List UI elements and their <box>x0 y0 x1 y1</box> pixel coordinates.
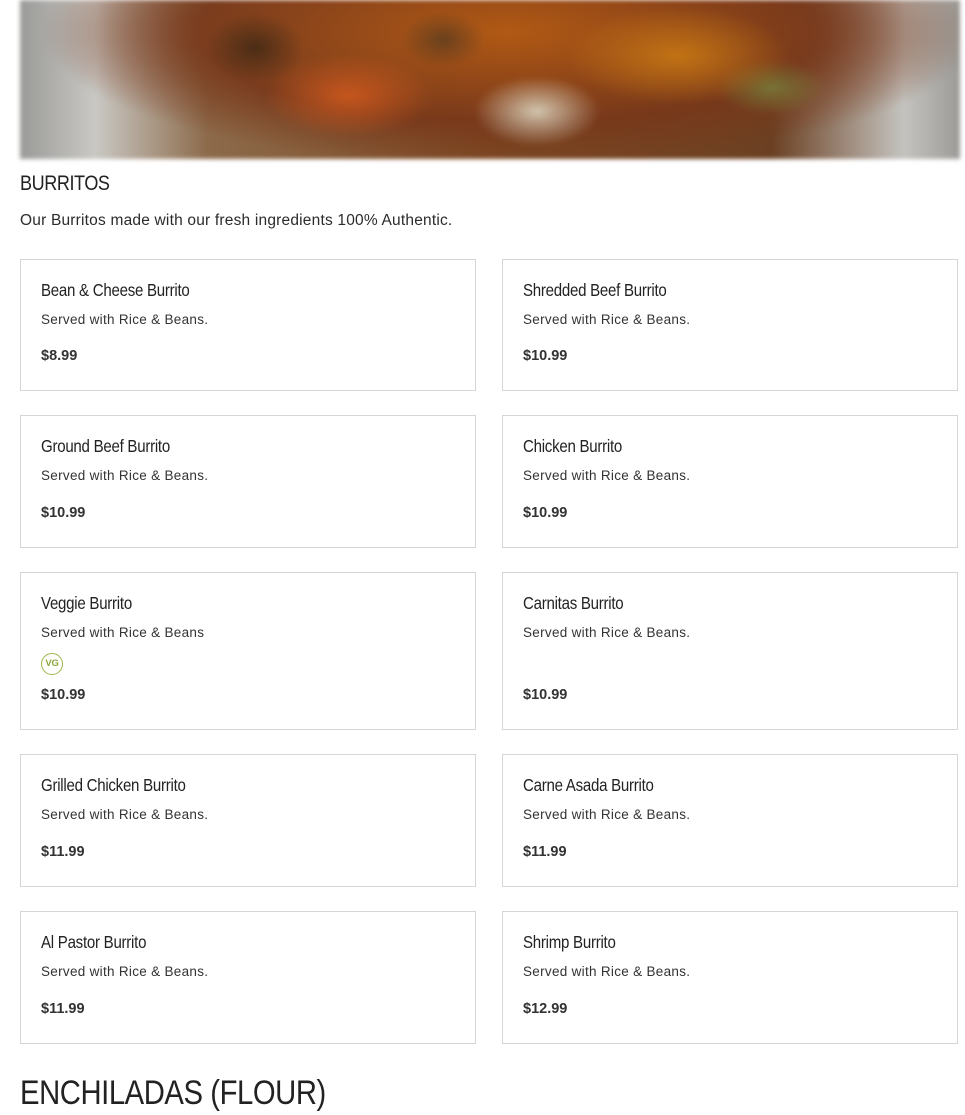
menu-item-description: Served with Rice & Beans. <box>523 964 691 979</box>
menu-item-card[interactable]: Al Pastor Burrito Served with Rice & Bea… <box>20 911 476 1044</box>
menu-item-price: $11.99 <box>523 844 567 860</box>
menu-item-description: Served with Rice & Beans. <box>523 807 691 822</box>
menu-item-price: $11.99 <box>41 1001 85 1017</box>
menu-item-price: $10.99 <box>523 348 568 364</box>
menu-item-description: Served with Rice & Beans. <box>523 625 691 640</box>
section-hero-image <box>20 0 960 159</box>
menu-item-price: $10.99 <box>41 687 86 703</box>
menu-item-card[interactable]: Bean & Cheese Burrito Served with Rice &… <box>20 259 476 391</box>
menu-item-description: Served with Rice & Beans. <box>41 468 209 483</box>
menu-item-card[interactable]: Shrimp Burrito Served with Rice & Beans.… <box>502 911 958 1044</box>
menu-item-description: Served with Rice & Beans <box>41 625 205 640</box>
menu-item-card[interactable]: Carnitas Burrito Served with Rice & Bean… <box>502 572 958 730</box>
menu-item-price: $10.99 <box>523 505 568 521</box>
menu-item-description: Served with Rice & Beans. <box>41 964 209 979</box>
menu-item-description: Served with Rice & Beans. <box>41 312 209 327</box>
vegetarian-badge-icon: VG <box>41 653 63 675</box>
menu-item-description: Served with Rice & Beans. <box>41 807 209 822</box>
menu-item-price: $11.99 <box>41 844 85 860</box>
menu-item-name: Shredded Beef Burrito <box>523 280 667 300</box>
menu-item-card[interactable]: Grilled Chicken Burrito Served with Rice… <box>20 754 476 887</box>
menu-item-card[interactable]: Carne Asada Burrito Served with Rice & B… <box>502 754 958 887</box>
menu-item-card[interactable]: Shredded Beef Burrito Served with Rice &… <box>502 259 958 391</box>
menu-item-card[interactable]: Chicken Burrito Served with Rice & Beans… <box>502 415 958 548</box>
menu-item-name: Carnitas Burrito <box>523 593 624 613</box>
menu-item-name: Shrimp Burrito <box>523 932 616 952</box>
menu-item-name: Chicken Burrito <box>523 436 623 456</box>
menu-item-card[interactable]: Veggie Burrito Served with Rice & Beans … <box>20 572 476 730</box>
menu-item-name: Veggie Burrito <box>41 593 132 613</box>
menu-item-price: $8.99 <box>41 348 78 364</box>
menu-item-card[interactable]: Ground Beef Burrito Served with Rice & B… <box>20 415 476 548</box>
section-title: BURRITOS <box>20 172 110 195</box>
section-description: Our Burritos made with our fresh ingredi… <box>20 212 453 229</box>
menu-item-name: Grilled Chicken Burrito <box>41 775 186 795</box>
menu-item-name: Ground Beef Burrito <box>41 436 170 456</box>
menu-item-name: Al Pastor Burrito <box>41 932 147 952</box>
menu-item-price: $12.99 <box>523 1001 568 1017</box>
menu-item-description: Served with Rice & Beans. <box>523 312 691 327</box>
menu-item-description: Served with Rice & Beans. <box>523 468 691 483</box>
next-section-title: ENCHILADAS (FLOUR) <box>20 1074 326 1112</box>
menu-item-price: $10.99 <box>41 505 86 521</box>
menu-item-name: Carne Asada Burrito <box>523 775 654 795</box>
menu-item-price: $10.99 <box>523 687 568 703</box>
menu-item-name: Bean & Cheese Burrito <box>41 280 190 300</box>
